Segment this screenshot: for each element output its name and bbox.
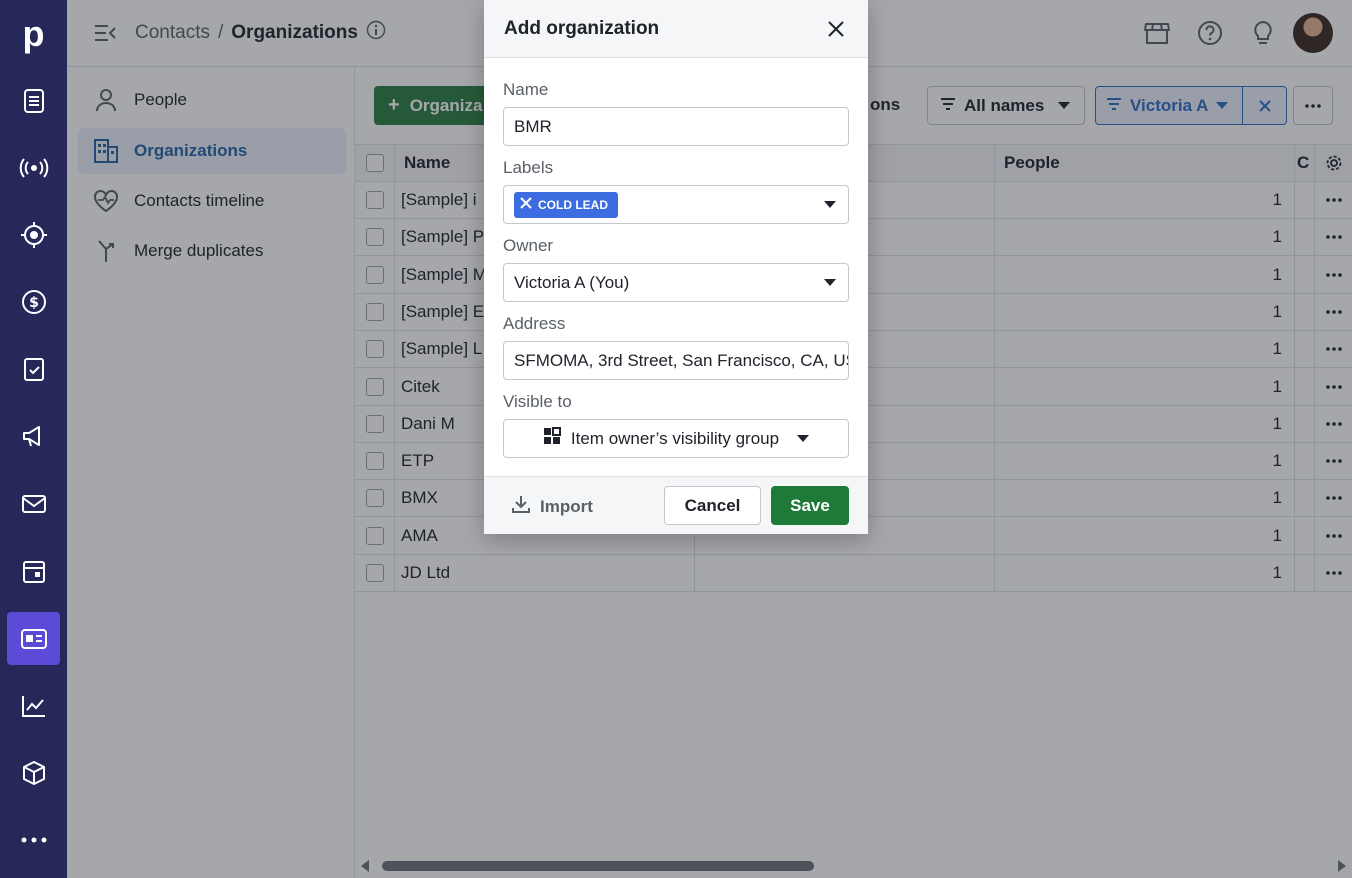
more-ellipsis-icon[interactable] [7,813,60,866]
contacts-card-icon[interactable] [7,612,60,665]
visibility-field-label: Visible to [503,392,572,411]
name-field-label: Name [503,80,549,99]
owner-select-value: Victoria A (You) [514,272,630,292]
svg-text:$: $ [29,295,39,311]
cancel-button[interactable]: Cancel [664,486,761,525]
name-field[interactable]: BMR [503,107,849,146]
address-field-value: SFMOMA, 3rd Street, San Francisco, CA, U… [514,350,849,370]
mail-icon[interactable] [7,477,60,530]
campaigns-megaphone-icon[interactable] [7,409,60,462]
activities-clipboard-icon[interactable] [7,342,60,395]
label-tag-cold-lead[interactable]: COLD LEAD [514,191,618,218]
insights-chart-icon[interactable] [7,679,60,732]
chevron-down-icon [797,435,810,442]
address-field[interactable]: SFMOMA, 3rd Street, San Francisco, CA, U… [503,341,849,380]
chevron-down-icon [824,201,836,208]
visibility-select-value: Item owner’s visibility group [570,428,780,448]
pipedrive-logo[interactable]: p [0,0,67,67]
labels-field-label: Labels [503,158,554,177]
save-button[interactable]: Save [771,486,849,525]
modal-footer: Import Cancel Save [484,476,868,534]
import-label: Import [540,496,593,516]
import-button[interactable]: Import [512,495,593,518]
modal-title: Add organization [504,17,660,39]
broadcast-icon[interactable] [7,141,60,194]
target-icon[interactable] [7,208,60,261]
leads-icon[interactable] [7,74,60,127]
visibility-group-icon [543,427,561,450]
visibility-select[interactable]: Item owner’s visibility group [503,419,849,458]
calendar-icon[interactable] [7,544,60,597]
remove-tag-icon[interactable] [520,197,532,212]
add-organization-modal: Add organization Name BMR Labels COLD LE… [484,0,868,534]
owner-select[interactable]: Victoria A (You) [503,263,849,302]
nav-rail: p $ [0,0,67,878]
products-box-icon[interactable] [7,746,60,799]
logo-letter: p [22,12,45,54]
chevron-down-icon [824,279,836,286]
modal-header: Add organization [484,0,868,58]
name-field-value: BMR [514,116,552,136]
address-field-label: Address [503,314,566,333]
close-icon[interactable] [824,17,848,41]
download-icon [512,495,530,518]
deals-dollar-icon[interactable]: $ [7,275,60,328]
label-tag-text: COLD LEAD [538,197,608,212]
labels-select[interactable]: COLD LEAD [503,185,849,224]
owner-field-label: Owner [503,236,554,255]
